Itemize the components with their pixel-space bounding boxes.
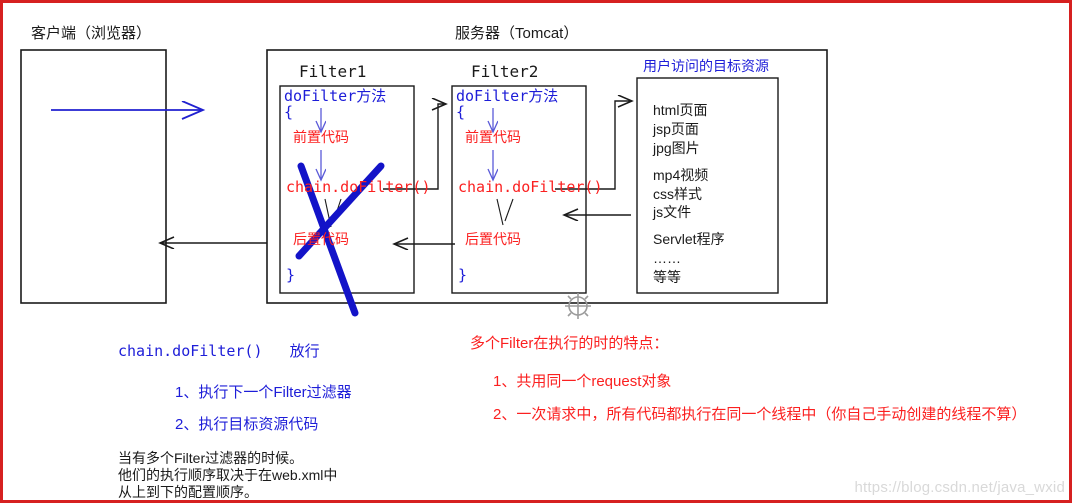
left-note-item-1: 1、执行下一个Filter过滤器	[175, 384, 352, 401]
diagram-canvas: 客户端（浏览器） 服务器（Tomcat） Filter1 doFilter方法 …	[0, 0, 1072, 503]
resource-item: jsp页面	[653, 120, 699, 137]
filter2-name: Filter2	[471, 62, 539, 81]
resource-item: 等等	[653, 269, 681, 286]
filter2-brace-open: {	[456, 103, 466, 121]
left-note-heading: chain.doFilter() 放行	[118, 342, 320, 360]
resource-item: mp4视频	[653, 166, 709, 183]
filter2-brace-close: }	[458, 266, 468, 284]
resource-item: css样式	[653, 185, 702, 202]
client-title: 客户端（浏览器）	[31, 25, 152, 42]
left-note-item-2: 2、执行目标资源代码	[175, 416, 319, 433]
filter1-post-code: 后置代码	[293, 231, 349, 247]
filter2-pre-code: 前置代码	[465, 129, 521, 145]
resource-item-list: html页面 jsp页面 jpg图片 mp4视频 css样式 js文件 Servlet程序 ……	[653, 101, 725, 287]
csdn-watermark: https://blog.csdn.net/java_wxid	[854, 479, 1065, 496]
left-footer-line-3: 从上到下的配置顺序。	[118, 484, 258, 500]
resource-item: html页面	[653, 102, 708, 118]
filter1-pre-code: 前置代码	[293, 129, 349, 145]
resource-item: js文件	[653, 204, 692, 221]
filter1-chain-call: chain.doFilter()	[286, 178, 431, 196]
resource-title: 用户访问的目标资源	[643, 58, 769, 74]
filter2-post-code: 后置代码	[465, 231, 521, 247]
right-note-heading: 多个Filter在执行的时的特点：	[470, 335, 669, 352]
filter1-brace-close: }	[286, 266, 296, 284]
filter2-method: doFilter方法	[456, 87, 559, 105]
filter1-brace-open: {	[284, 103, 294, 121]
left-footer-line-1: 当有多个Filter过滤器的时候。	[118, 450, 304, 466]
filter1-name: Filter1	[299, 62, 367, 81]
resource-item: Servlet程序	[653, 231, 725, 248]
filter2-chain-call: chain.doFilter()	[458, 178, 603, 196]
filter1-method: doFilter方法	[284, 87, 387, 105]
resource-spacer	[653, 158, 725, 166]
resource-item: ……	[653, 250, 681, 267]
move-crosshair-icon	[565, 293, 591, 319]
right-note-item-1: 1、共用同一个request对象	[493, 373, 672, 390]
right-note-item-2: 2、一次请求中，所有代码都执行在同一个线程中（你自己手动创建的线程不算）	[493, 406, 1027, 423]
server-title: 服务器（Tomcat）	[455, 25, 579, 42]
resource-spacer	[653, 222, 725, 230]
left-footer-line-2: 他们的执行顺序取决于在web.xml中	[118, 467, 338, 483]
resource-item: jpg图片	[653, 139, 700, 156]
